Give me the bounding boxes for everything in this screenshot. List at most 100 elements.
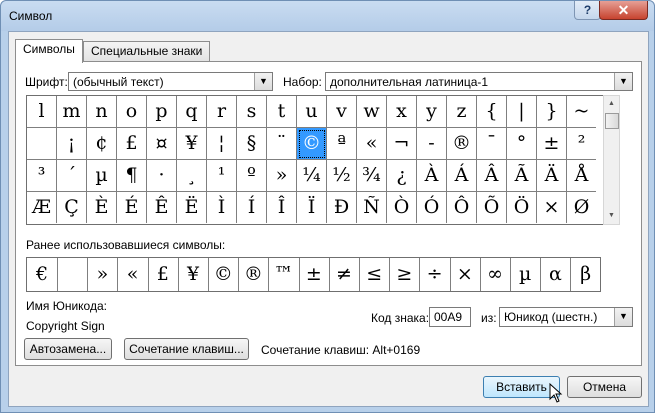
recent-symbol-cell[interactable]: × [450, 258, 481, 291]
symbol-cell[interactable]: Å [567, 160, 596, 192]
symbol-cell[interactable]: À [417, 160, 447, 192]
symbol-cell[interactable]: ± [537, 128, 567, 160]
symbol-grid[interactable]: l m n o p q r s t u v w x y z{|} ~ ¡ ¢ £ ¤ ¥ ¦ § ¨ © ª «¬ - ® ¯ ° ± ² ³ ´ µ… [26, 95, 604, 225]
symbol-cell[interactable]: Ø [567, 192, 596, 223]
symbol-cell[interactable]: ~ [567, 96, 596, 128]
symbol-cell[interactable]: w [357, 96, 387, 128]
symbol-cell[interactable]: n [87, 96, 117, 128]
symbol-cell[interactable]: } [537, 96, 567, 128]
symbol-cell[interactable]: § [237, 128, 267, 160]
recent-symbol-cell[interactable]: € [27, 258, 58, 291]
symbol-cell[interactable]: p [147, 96, 177, 128]
recent-symbol-cell[interactable]: ® [238, 258, 270, 291]
symbol-cell[interactable]: ´ [57, 160, 87, 192]
symbol-cell[interactable]: Ä [537, 160, 567, 192]
symbol-cell[interactable]: ¹ [207, 160, 237, 192]
symbol-cell-selected[interactable]: © [297, 128, 327, 160]
symbol-cell[interactable]: ¬ [387, 128, 417, 160]
symbol-cell[interactable]: ¤ [147, 128, 177, 160]
recent-symbol-cell[interactable]: ≥ [389, 258, 421, 291]
symbol-cell[interactable]: ® [447, 128, 477, 160]
symbol-cell[interactable]: ¨ [267, 128, 297, 160]
recent-symbol-cell[interactable]: ± [299, 258, 330, 291]
title-bar[interactable]: Символ ? ✕ [1, 1, 654, 31]
symbol-cell[interactable]: ¥ [177, 128, 207, 160]
symbol-cell[interactable]: ª [327, 128, 357, 160]
symbol-cell[interactable]: l [27, 96, 57, 128]
symbol-cell[interactable]: Ï [297, 192, 327, 223]
recent-symbol-cell[interactable]: α [540, 258, 572, 291]
symbol-cell[interactable]: Ö [507, 192, 537, 223]
recent-symbol-cell[interactable]: ∞ [480, 258, 511, 291]
symbol-cell[interactable]: ½ [327, 160, 357, 192]
symbol-cell[interactable]: Ò [387, 192, 417, 223]
symbol-cell[interactable]: t [267, 96, 297, 128]
tab-symbols[interactable]: Символы [15, 39, 83, 63]
symbol-cell[interactable]: « [357, 128, 387, 160]
symbol-cell[interactable]: x [387, 96, 417, 128]
symbol-cell[interactable]: Ì [207, 192, 237, 223]
recent-symbol-cell[interactable]: ™ [269, 258, 300, 291]
symbol-cell[interactable]: Õ [477, 192, 507, 223]
recent-symbols-row[interactable]: € » «£ ¥ © ® ™ ± ≠ ≤ ≥ ÷ × ∞ µ α β [26, 257, 601, 292]
symbol-cell[interactable]: s [237, 96, 267, 128]
help-button[interactable]: ? [574, 1, 601, 20]
symbol-cell[interactable]: Ê [147, 192, 177, 223]
symbol-grid-scrollbar[interactable]: ▲ ▼ [603, 95, 620, 225]
recent-symbol-cell[interactable]: £ [148, 258, 179, 291]
recent-symbol-cell[interactable]: ≠ [329, 258, 360, 291]
symbol-cell[interactable]: Ó [417, 192, 447, 223]
close-button[interactable]: ✕ [599, 1, 648, 20]
symbol-cell[interactable]: Ñ [357, 192, 387, 223]
symbol-cell[interactable]: Ë [177, 192, 207, 223]
symbol-cell[interactable]: Â [477, 160, 507, 192]
cancel-button[interactable]: Отмена [567, 376, 642, 398]
symbol-cell[interactable]: ¼ [297, 160, 327, 192]
from-dropdown[interactable]: Юникод (шестн.) ▼ [499, 307, 633, 327]
symbol-cell[interactable]: É [117, 192, 147, 223]
recent-symbol-cell[interactable]: ≤ [359, 258, 391, 291]
symbol-cell[interactable]: µ [87, 160, 117, 192]
symbol-cell[interactable]: ¦ [207, 128, 237, 160]
symbol-cell[interactable]: ¢ [87, 128, 117, 160]
symbol-cell[interactable]: » [267, 160, 297, 192]
symbol-cell[interactable]: o [117, 96, 147, 128]
autocorrect-button[interactable]: Автозамена... [24, 338, 112, 360]
subset-dropdown[interactable]: дополнительная латиница-1 ▼ [325, 72, 633, 91]
symbol-cell[interactable]: × [537, 192, 567, 223]
symbol-cell[interactable]: { [477, 96, 507, 128]
symbol-cell[interactable]: Î [267, 192, 297, 223]
symbol-cell[interactable]: ¡ [57, 128, 87, 160]
symbol-cell[interactable]: ¿ [387, 160, 417, 192]
symbol-cell[interactable]: Ð [327, 192, 357, 223]
symbol-cell[interactable]: v [327, 96, 357, 128]
chevron-down-icon[interactable]: ▼ [254, 73, 272, 90]
recent-symbol-cell[interactable]: β [571, 258, 601, 291]
symbol-cell[interactable]: | [507, 96, 537, 128]
chevron-down-icon[interactable]: ▼ [614, 73, 632, 90]
scrollbar-thumb[interactable] [605, 113, 619, 129]
symbol-cell[interactable]: ³ [27, 160, 57, 192]
symbol-cell[interactable]: z [447, 96, 477, 128]
symbol-cell[interactable]: È [87, 192, 117, 223]
symbol-cell[interactable]: Ç [57, 192, 87, 223]
symbol-cell[interactable]: m [57, 96, 87, 128]
symbol-cell[interactable]: £ [117, 128, 147, 160]
shortcut-key-button[interactable]: Сочетание клавиш... [124, 338, 249, 360]
symbol-cell[interactable]: ¶ [117, 160, 147, 192]
symbol-cell[interactable]: Æ [27, 192, 57, 223]
chevron-down-icon[interactable]: ▼ [614, 308, 632, 326]
symbol-cell[interactable]: ° [507, 128, 537, 160]
recent-symbol-cell[interactable]: ¥ [178, 258, 209, 291]
recent-symbol-cell[interactable]: » [87, 258, 119, 291]
scroll-down-arrow-icon[interactable]: ▼ [604, 208, 619, 224]
recent-symbol-cell[interactable] [57, 258, 89, 291]
recent-symbol-cell[interactable]: « [118, 258, 149, 291]
recent-symbol-cell[interactable]: © [208, 258, 240, 291]
symbol-cell[interactable]: ² [567, 128, 596, 160]
symbol-cell[interactable]: q [177, 96, 207, 128]
font-dropdown[interactable]: (обычный текст) ▼ [68, 72, 273, 91]
symbol-cell[interactable]: ¸ [177, 160, 207, 192]
symbol-cell[interactable]: u [297, 96, 327, 128]
char-code-input[interactable]: 00A9 [429, 307, 471, 327]
